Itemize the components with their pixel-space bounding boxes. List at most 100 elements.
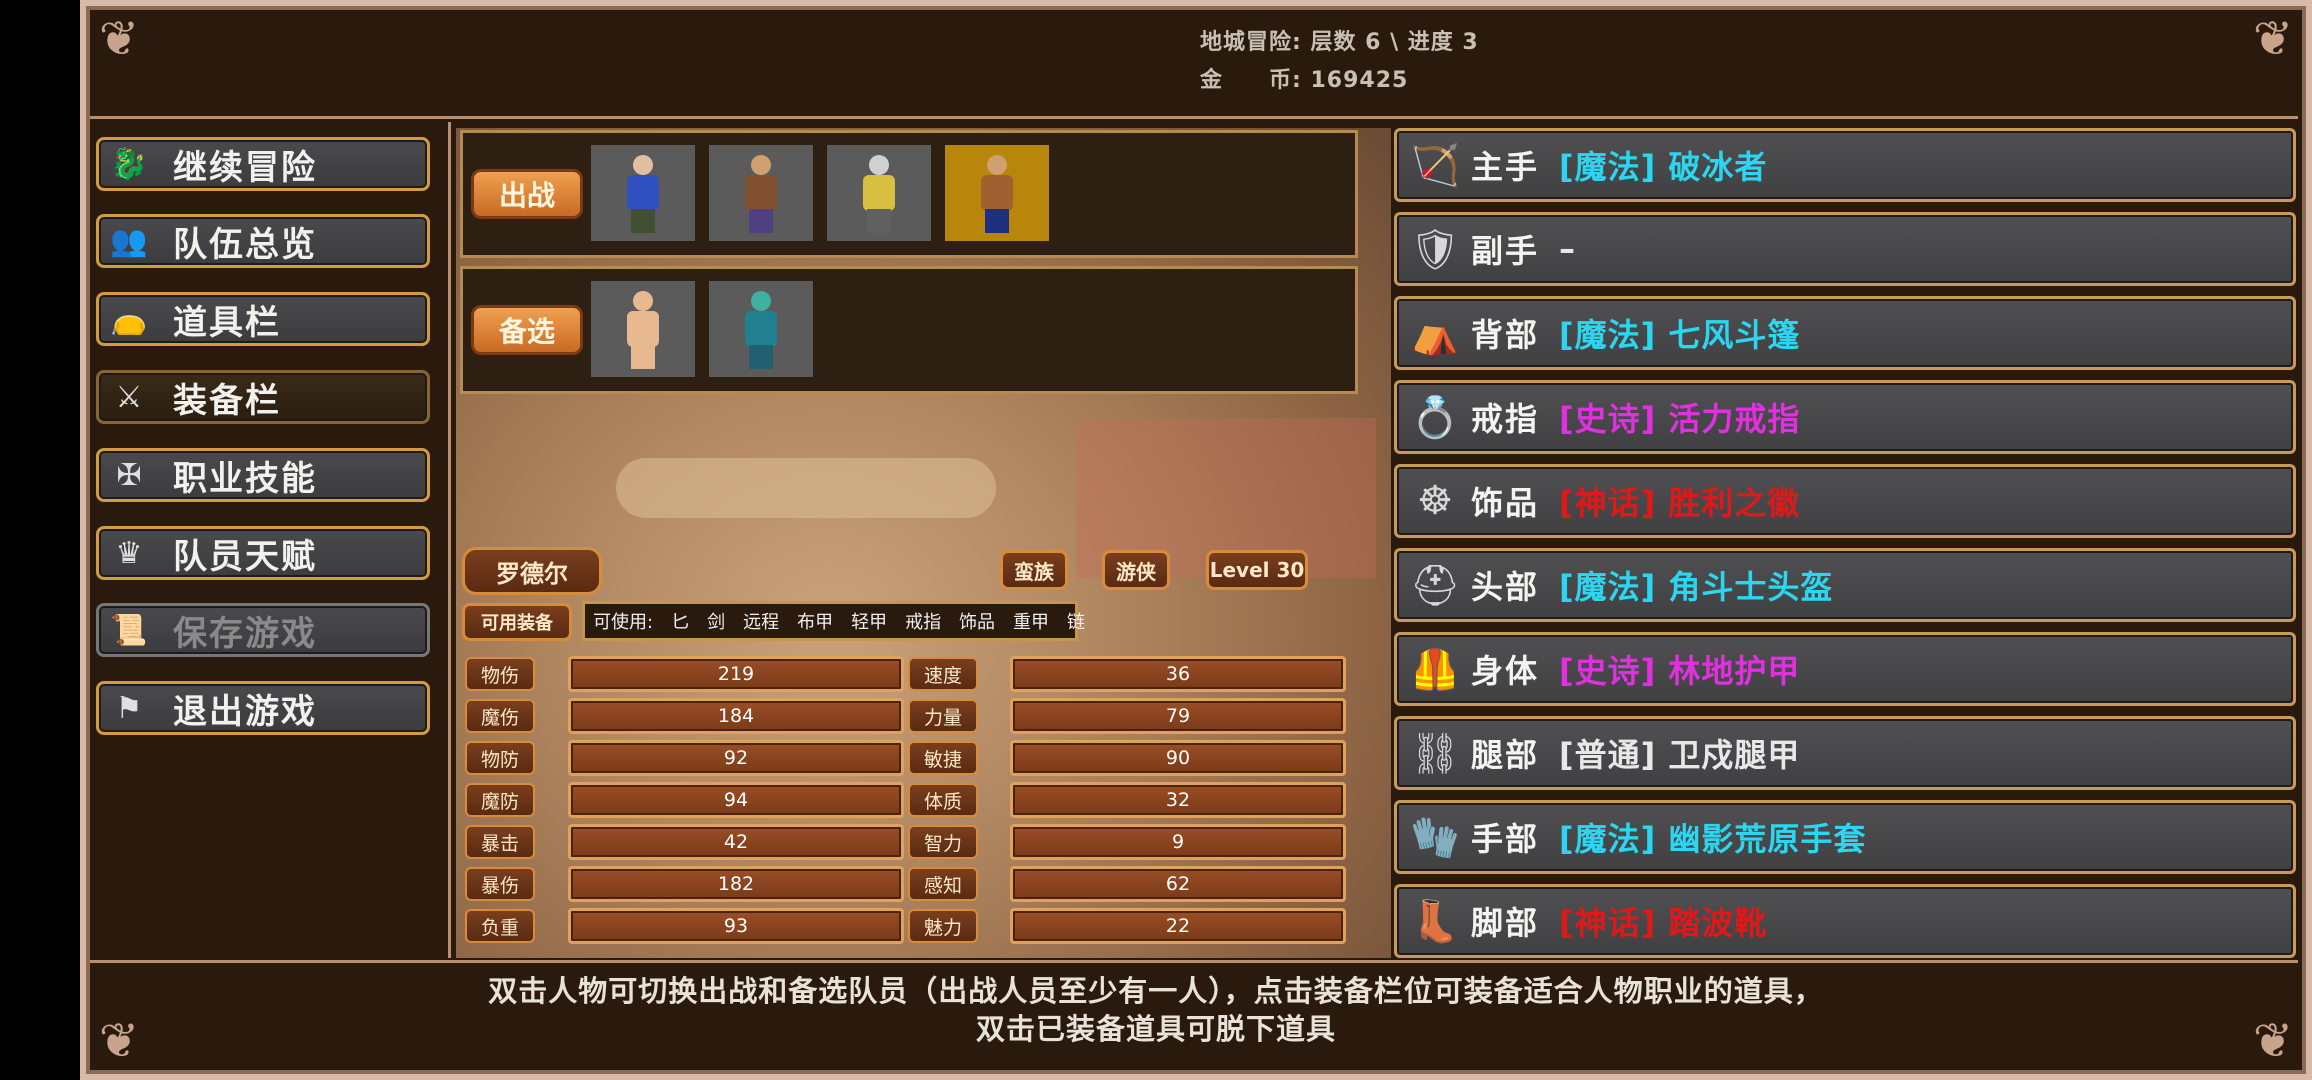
shield-icon: 🛡	[1409, 226, 1461, 273]
reserve-2-sprite	[731, 287, 791, 371]
equip-slot-label: 腿部	[1471, 736, 1540, 774]
equip-slot-5[interactable]: ☸ 饰品 [神话] 胜利之徽	[1394, 464, 2296, 538]
equip-item-name: [神话] 踏波靴	[1559, 904, 1768, 942]
reserve-team-panel: 备选	[460, 266, 1358, 394]
stat-label: 速度	[908, 657, 978, 691]
menu-label: 继续冒险	[173, 147, 317, 188]
stat-value: 219	[568, 656, 904, 692]
talent-icon: ♛	[115, 535, 143, 571]
greaves-icon: ⛓	[1409, 730, 1461, 777]
equipment-icon: ⚔	[115, 379, 143, 415]
dragon-icon: 🐉	[110, 146, 148, 182]
stat-label: 感知	[908, 867, 978, 901]
equip-slot-label: 副手	[1471, 232, 1540, 270]
equip-slot-4[interactable]: 💍 戒指 [史诗] 活力戒指	[1394, 380, 2296, 454]
active-hero-4[interactable]	[945, 145, 1049, 241]
menu-label: 队伍总览	[173, 224, 317, 265]
equip-item-name: [普通] 卫戍腿甲	[1559, 736, 1801, 774]
stat-label: 物伤	[465, 657, 535, 691]
gloves-icon: 🧤	[1410, 814, 1460, 861]
menu-button-6[interactable]: ♛ 队员天赋	[96, 526, 430, 580]
equip-item-name: [魔法] 破冰者	[1559, 148, 1768, 186]
stat-value: 36	[1010, 656, 1346, 692]
active-hero-2[interactable]	[709, 145, 813, 241]
menu-button-4[interactable]: ⚔ 装备栏	[96, 370, 430, 424]
stat-label: 魅力	[908, 909, 978, 943]
level-badge: Level 30	[1206, 550, 1308, 590]
equip-item-name: [魔法] 角斗士头盔	[1559, 568, 1834, 606]
reserve-1[interactable]	[591, 281, 695, 377]
equip-slot-label: 身体	[1471, 652, 1540, 690]
menu-button-2[interactable]: 👥 队伍总览	[96, 214, 430, 268]
equip-item-name: [史诗] 活力戒指	[1559, 400, 1801, 438]
stat-value: 94	[568, 782, 904, 818]
equip-item-name: [魔法] 七风斗篷	[1559, 316, 1801, 354]
help-text-line-2: 双击已装备道具可脱下道具	[975, 1012, 1336, 1046]
equip-item-name: –	[1559, 230, 1577, 268]
menu-label: 装备栏	[173, 380, 281, 421]
stat-value: 79	[1010, 698, 1346, 734]
equip-slot-label: 脚部	[1471, 904, 1540, 942]
equip-slot-7[interactable]: 🦺 身体 [史诗] 林地护甲	[1394, 632, 2296, 706]
stat-value: 90	[1010, 740, 1346, 776]
stat-value: 62	[1010, 866, 1346, 902]
helmet-icon: ⛑	[1409, 562, 1461, 609]
race-badge: 蛮族	[1000, 550, 1068, 590]
equip-slot-label: 戒指	[1471, 400, 1540, 438]
stat-label: 体质	[908, 783, 978, 817]
flag-icon: ⚑	[115, 690, 143, 726]
stat-value: 182	[568, 866, 904, 902]
cloak-icon: ⛺	[1410, 310, 1460, 357]
stat-label: 力量	[908, 699, 978, 733]
menu-button-5[interactable]: ✠ 职业技能	[96, 448, 430, 502]
equip-slot-6[interactable]: ⛑ 头部 [魔法] 角斗士头盔	[1394, 548, 2296, 622]
active-hero-4-sprite	[967, 151, 1027, 235]
equip-item-name: [神话] 胜利之徽	[1559, 484, 1801, 522]
character-name: 罗德尔	[462, 547, 602, 595]
menu-label: 退出游戏	[173, 691, 317, 732]
skill-icon: ✠	[116, 457, 142, 493]
stat-label: 智力	[908, 825, 978, 859]
header: 地城冒险: 层数 6 \ 进度 3 金 币: 169425	[0, 0, 2312, 120]
reserve-1-sprite	[613, 287, 673, 371]
menu-button-3[interactable]: 👝 道具栏	[96, 292, 430, 346]
reserve-2[interactable]	[709, 281, 813, 377]
menu-button-7: 📜 保存游戏	[96, 603, 430, 657]
stat-label: 物防	[465, 741, 535, 775]
equip-slot-2[interactable]: 🛡 副手 –	[1394, 212, 2296, 286]
stat-value: 93	[568, 908, 904, 944]
menu-button-8[interactable]: ⚑ 退出游戏	[96, 681, 430, 735]
stat-label: 魔防	[465, 783, 535, 817]
stat-label: 魔伤	[465, 699, 535, 733]
reserve-team-tag: 备选	[471, 305, 583, 355]
stat-label: 敏捷	[908, 741, 978, 775]
active-hero-1[interactable]	[591, 145, 695, 241]
stat-value: 9	[1010, 824, 1346, 860]
equip-slot-9[interactable]: 🧤 手部 [魔法] 幽影荒原手套	[1394, 800, 2296, 874]
menu-button-1[interactable]: 🐉 继续冒险	[96, 137, 430, 191]
stat-value: 22	[1010, 908, 1346, 944]
bow-icon: 🏹	[1410, 142, 1460, 189]
equip-slot-label: 手部	[1471, 820, 1540, 858]
active-team-tag: 出战	[471, 169, 583, 219]
class-badge: 游侠	[1102, 550, 1170, 590]
equip-slot-8[interactable]: ⛓ 腿部 [普通] 卫戍腿甲	[1394, 716, 2296, 790]
divider	[90, 116, 2298, 119]
ring-icon: 💍	[1410, 394, 1460, 441]
stat-value: 92	[568, 740, 904, 776]
equip-slot-label: 头部	[1471, 568, 1540, 606]
menu-label: 职业技能	[173, 458, 317, 499]
stat-value: 184	[568, 698, 904, 734]
equip-slot-1[interactable]: 🏹 主手 [魔法] 破冰者	[1394, 128, 2296, 202]
amulet-icon: ☸	[1417, 478, 1453, 524]
equip-slot-10[interactable]: 👢 脚部 [神话] 踏波靴	[1394, 884, 2296, 958]
help-text-line-1: 双击人物可切换出战和备选队员（出战人员至少有一人），点击装备栏位可装备适合人物职…	[488, 974, 1824, 1008]
stat-label: 负重	[465, 909, 535, 943]
usable-equipment-list: 可使用: 匕 剑 远程 布甲 轻甲 戒指 饰品 重甲 链	[582, 601, 1085, 641]
dungeon-progress: 地城冒险: 层数 6 \ 进度 3	[1200, 30, 1479, 55]
equip-slot-3[interactable]: ⛺ 背部 [魔法] 七风斗篷	[1394, 296, 2296, 370]
active-hero-3-sprite	[849, 151, 909, 235]
equip-item-name: [史诗] 林地护甲	[1559, 652, 1801, 690]
menu-label: 道具栏	[173, 302, 281, 343]
active-hero-3[interactable]	[827, 145, 931, 241]
